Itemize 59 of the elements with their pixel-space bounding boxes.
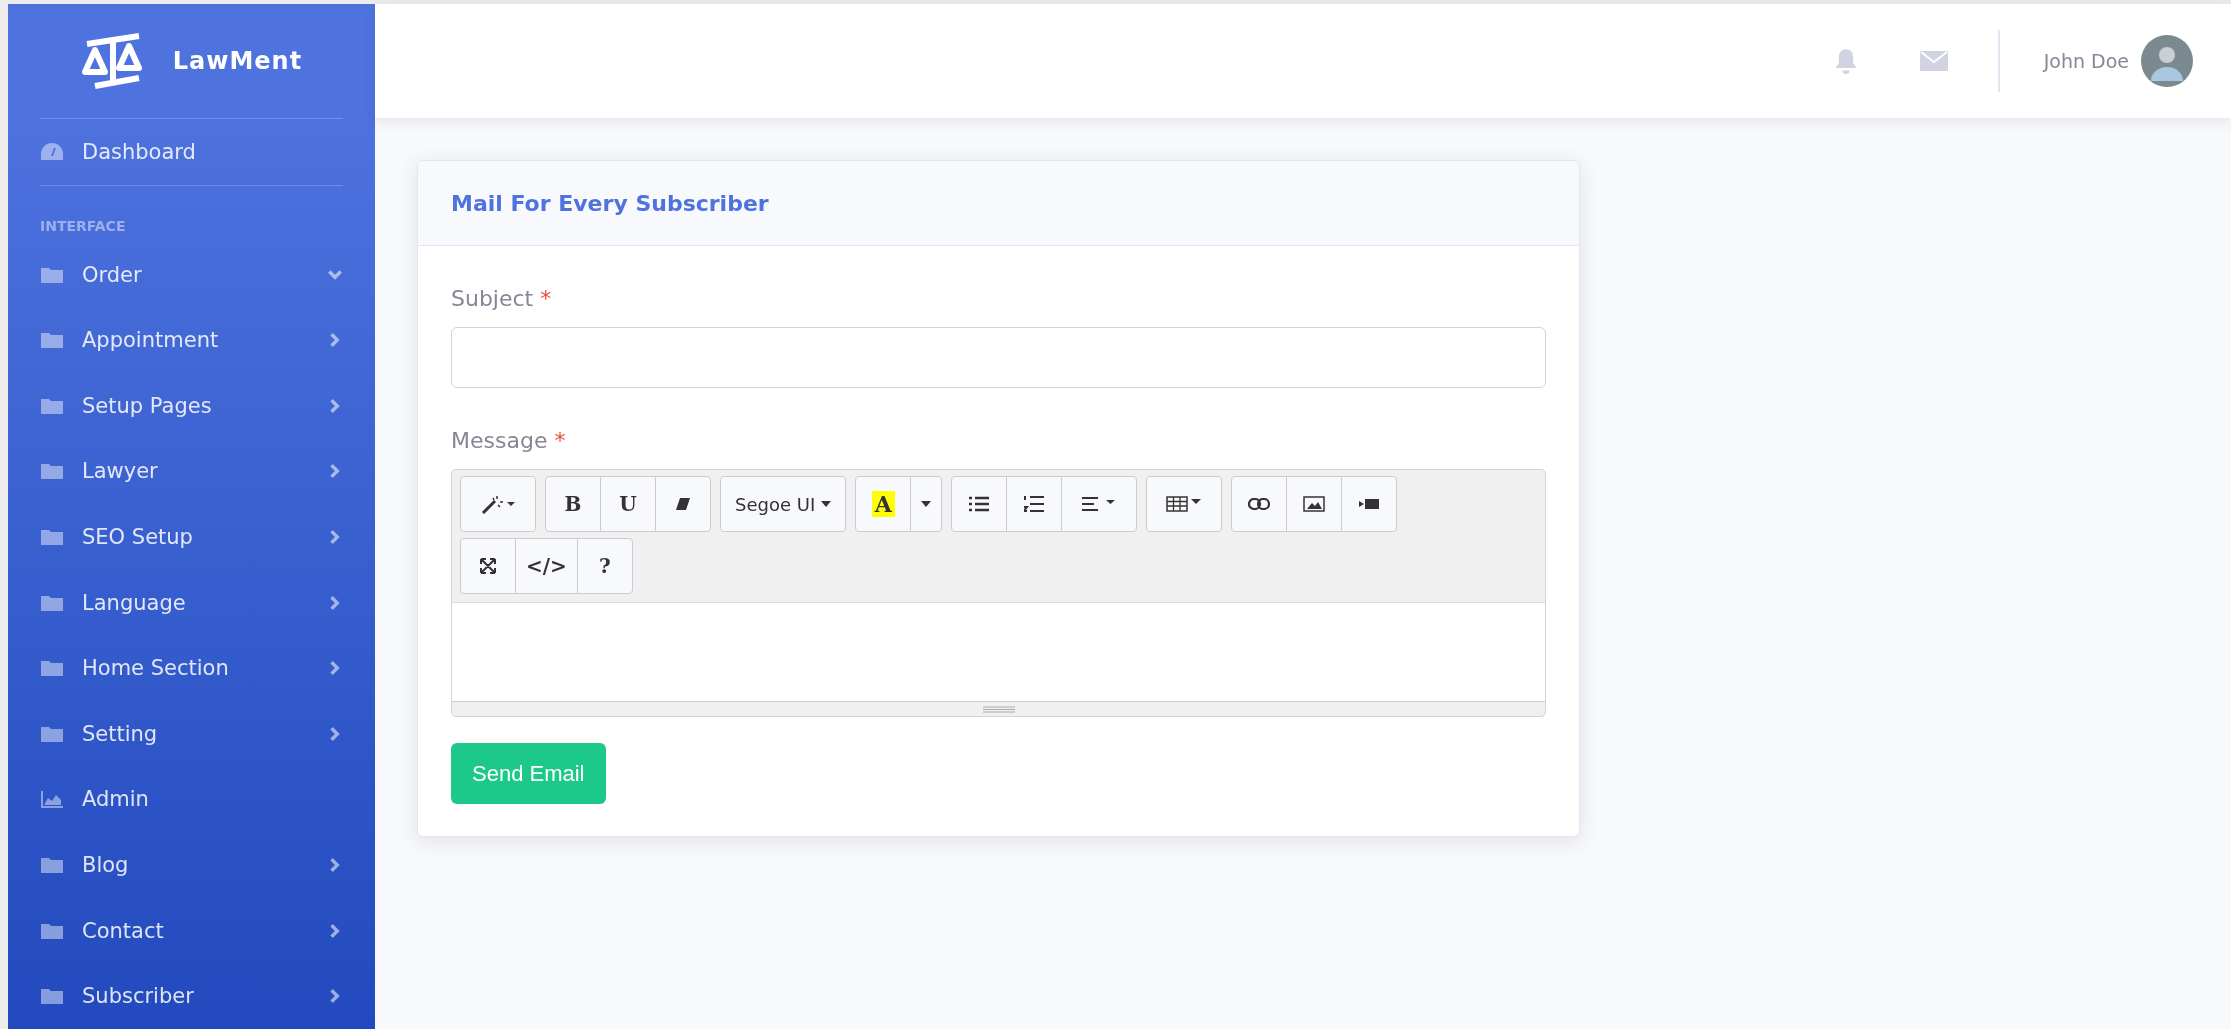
bullet-list-button[interactable] xyxy=(951,476,1008,532)
eraser-button[interactable] xyxy=(655,476,711,532)
gauge-icon xyxy=(40,141,64,162)
video-button[interactable] xyxy=(1341,476,1398,532)
avatar[interactable] xyxy=(2141,35,2193,87)
folder-icon xyxy=(40,461,64,482)
toolbar-button[interactable]: B xyxy=(545,476,601,532)
sidebar-item[interactable]: Setup Pages xyxy=(40,373,343,439)
folder-icon xyxy=(40,658,64,679)
fullscreen-button[interactable] xyxy=(460,538,516,594)
numbered-list-button[interactable] xyxy=(1006,476,1063,532)
bullet-list-icon xyxy=(969,496,990,512)
area-chart-icon xyxy=(40,789,64,810)
sidebar-item[interactable]: Contact xyxy=(40,897,343,964)
subject-input-field[interactable] xyxy=(451,327,1546,388)
table-icon xyxy=(1166,496,1203,512)
image-icon xyxy=(1303,496,1326,512)
card-title: Mail For Every Subscriber xyxy=(451,190,769,216)
sidebar-item[interactable]: Setting xyxy=(40,701,343,767)
table-button[interactable] xyxy=(1146,476,1223,532)
sidebar-item[interactable]: Lawyer xyxy=(40,438,343,505)
image-button[interactable] xyxy=(1286,476,1343,532)
eraser-icon xyxy=(675,497,691,511)
link-button[interactable] xyxy=(1231,476,1288,532)
caret-icon xyxy=(821,501,832,507)
folder-icon xyxy=(40,330,64,351)
video-icon xyxy=(1359,498,1380,510)
sidebar-item[interactable]: Dashboard xyxy=(40,119,343,185)
toolbar-button[interactable]: </> xyxy=(515,538,578,594)
numbered-list-icon xyxy=(1024,495,1045,513)
sidebar-item[interactable]: Appointment xyxy=(40,307,343,374)
caret-icon xyxy=(921,501,932,507)
sidebar-item[interactable]: Admin xyxy=(40,766,343,833)
link-icon xyxy=(1248,498,1271,510)
field-label: Subject * xyxy=(451,286,552,311)
magic-wand-icon xyxy=(481,494,515,514)
scales-logo-icon xyxy=(80,32,145,90)
sidebar-heading: INTERFACE xyxy=(40,217,127,234)
sidebar-item[interactable]: Home Section xyxy=(40,635,343,701)
folder-icon xyxy=(40,527,64,548)
toolbar-button[interactable]: ? xyxy=(576,538,633,594)
sidebar-item[interactable]: Subscriber xyxy=(40,963,343,1029)
message-input-field[interactable] xyxy=(452,603,1545,701)
toolbar-button[interactable]: U xyxy=(600,476,656,532)
field-label: Message * xyxy=(451,428,566,453)
align-left-icon xyxy=(1082,496,1117,512)
align-button[interactable] xyxy=(1061,476,1138,532)
magic-wand-button[interactable] xyxy=(460,476,536,532)
text-color-button[interactable]: A xyxy=(855,476,912,532)
user-name[interactable]: John Doe xyxy=(2043,50,2129,72)
fullscreen-icon xyxy=(480,558,496,574)
sidebar-item[interactable]: Language xyxy=(40,569,343,636)
folder-icon xyxy=(40,986,64,1007)
font-dropdown[interactable]: Segoe UI xyxy=(720,476,847,532)
sidebar-item[interactable]: Order xyxy=(40,241,343,308)
resize-handle-icon[interactable] xyxy=(982,705,1015,713)
sidebar-item[interactable]: SEO Setup xyxy=(40,504,343,570)
brand-name: LawMent xyxy=(172,47,303,75)
sidebar-item[interactable]: Blog xyxy=(40,832,343,898)
